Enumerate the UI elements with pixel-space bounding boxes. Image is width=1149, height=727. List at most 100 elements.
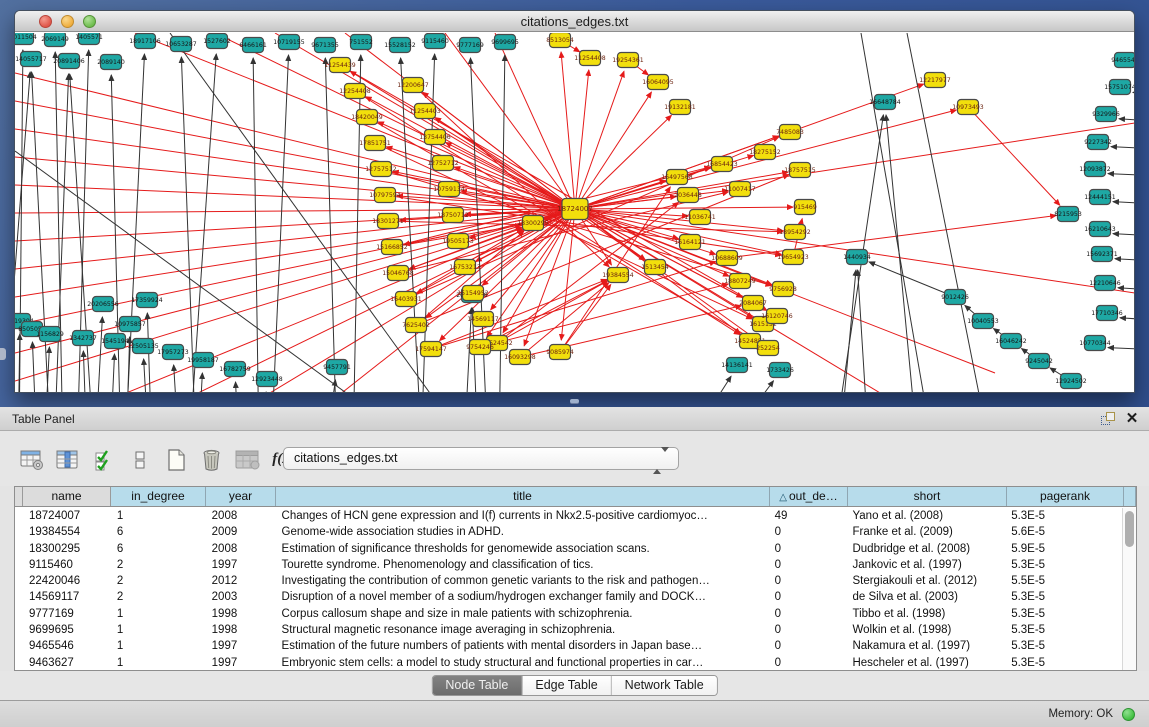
network-node[interactable]: 9227342	[1084, 135, 1112, 150]
network-node[interactable]: 2011504	[15, 33, 37, 45]
network-node[interactable]: 9671355	[311, 38, 339, 53]
network-node[interactable]: 19132181	[664, 100, 696, 115]
network-node[interactable]: 9465546	[1111, 53, 1135, 68]
network-node[interactable]: 9699695	[491, 35, 519, 50]
float-panel-icon[interactable]	[1101, 411, 1117, 427]
network-node[interactable]: 2036448	[674, 188, 702, 203]
network-node[interactable]: 2089140	[97, 55, 125, 70]
network-node[interactable]: 12444151	[1084, 190, 1116, 205]
network-node[interactable]: 18757515	[784, 163, 816, 178]
network-node[interactable]: 2069149	[41, 33, 69, 47]
network-node[interactable]: 16064095	[642, 75, 674, 90]
network-node[interactable]: 9245042	[1025, 354, 1053, 369]
network-node[interactable]: 14055717	[15, 52, 47, 67]
network-node[interactable]: 252254	[756, 341, 780, 356]
show-columns-icon[interactable]	[54, 446, 81, 473]
network-node[interactable]: 12217977	[919, 73, 951, 88]
network-node[interactable]: 20891406	[53, 54, 85, 69]
network-node[interactable]: 17710346	[1091, 306, 1123, 321]
network-node[interactable]: 10975857	[114, 317, 146, 332]
tab-network-table[interactable]: Network Table	[612, 676, 717, 695]
network-node[interactable]: 7625402	[402, 318, 430, 333]
network-node[interactable]: 1342737	[69, 331, 97, 346]
select-columns-icon[interactable]	[90, 446, 117, 473]
table-row[interactable]: 911546021997Tourette syndrome. Phenomeno…	[15, 557, 1122, 573]
network-node[interactable]: 18301271	[372, 214, 404, 229]
network-node[interactable]: 1733426	[766, 363, 794, 378]
network-node[interactable]: 12210646	[1089, 276, 1121, 291]
network-node[interactable]: 15692371	[1086, 247, 1118, 262]
network-node[interactable]: 18954292	[779, 225, 811, 240]
scrollbar-thumb[interactable]	[1125, 511, 1134, 547]
network-node[interactable]: 16854423	[706, 157, 738, 172]
close-panel-icon[interactable]: ✕	[1123, 409, 1141, 429]
network-node[interactable]: 12093872	[1079, 162, 1111, 177]
network-node[interactable]: 1545194	[101, 334, 129, 349]
table-row[interactable]: 969969511998Structural magnetic resonanc…	[15, 622, 1122, 638]
network-node[interactable]: 19254361	[612, 53, 644, 68]
network-node[interactable]: 1527602	[203, 34, 231, 49]
network-node[interactable]: 2084067	[739, 296, 767, 311]
network-node[interactable]: 9777169	[456, 38, 484, 53]
network-node[interactable]: 15046768	[382, 266, 414, 281]
network-node[interactable]: 9457791	[323, 360, 351, 375]
network-canvas[interactable]: 2011504 2069149 1405571 14055717 20891406 208…	[15, 33, 1135, 393]
network-node[interactable]: 7485083	[776, 125, 804, 140]
network-node[interactable]: 12757512	[365, 162, 397, 177]
network-node[interactable]: 16046242	[995, 334, 1027, 349]
column-header-pagerank[interactable]: pagerank	[1007, 487, 1124, 506]
network-node[interactable]: 11254408	[574, 51, 606, 66]
network-node[interactable]: 15528152	[384, 38, 416, 53]
delete-table-icon[interactable]	[234, 446, 261, 473]
table-vertical-scrollbar[interactable]	[1122, 508, 1136, 670]
network-node[interactable]: 18724007	[557, 199, 593, 220]
table-row[interactable]: 2242004622012Investigating the contribut…	[15, 573, 1122, 589]
column-header-in_degree[interactable]: in_degree	[111, 487, 206, 506]
left-splitter-handle[interactable]	[0, 348, 6, 360]
table-row[interactable]: 1830029562008Estimation of significance …	[15, 541, 1122, 557]
table-row[interactable]: 1456911722003Disruption of a novel membe…	[15, 589, 1122, 605]
column-header-year[interactable]: year	[206, 487, 276, 506]
network-node[interactable]: 1440934	[843, 250, 871, 265]
table-mode-icon[interactable]	[18, 446, 45, 473]
table-row[interactable]: 946554611997Estimation of the future num…	[15, 638, 1122, 654]
network-node[interactable]: 10653287	[165, 37, 197, 52]
network-node[interactable]: 10040553	[967, 314, 999, 329]
network-node[interactable]: 1405571	[75, 33, 103, 45]
network-node[interactable]: 19654923	[777, 250, 809, 265]
network-node[interactable]: 17957273	[157, 345, 189, 360]
network-node[interactable]: 1513454	[641, 260, 669, 275]
network-node[interactable]: 17359924	[131, 293, 163, 308]
network-node[interactable]: 9754246	[466, 340, 494, 355]
network-node[interactable]: 12924502	[1055, 374, 1087, 389]
network-node[interactable]: 11254439	[324, 58, 356, 73]
column-header-short[interactable]: short	[848, 487, 1007, 506]
column-header-out_de[interactable]: △out_de…	[770, 487, 848, 506]
network-node[interactable]: 16497568	[661, 170, 693, 185]
network-node[interactable]: 16210643	[1084, 222, 1116, 237]
network-node[interactable]: 9085974	[546, 345, 574, 360]
network-node[interactable]: 9115460	[421, 34, 449, 49]
network-node[interactable]: 9756928	[769, 282, 797, 297]
network-node[interactable]: 751552	[349, 35, 373, 50]
network-node[interactable]: 15751074	[1104, 80, 1135, 95]
network-node[interactable]: 6466161	[239, 38, 267, 53]
network-node[interactable]: 8513054	[546, 33, 574, 48]
network-node[interactable]: 8215953	[1054, 207, 1082, 222]
network-node[interactable]: 16782759	[219, 362, 251, 377]
network-node[interactable]: 1156829	[36, 327, 64, 342]
network-node[interactable]: 10759134	[433, 182, 465, 197]
network-node[interactable]: 11036741	[684, 210, 716, 225]
table-row[interactable]: 977716911998Corpus callosum shape and si…	[15, 606, 1122, 622]
network-node[interactable]: 9329966	[1092, 107, 1120, 122]
network-node[interactable]: 12505135	[127, 339, 159, 354]
network-node[interactable]: 16093298	[504, 350, 536, 365]
network-node[interactable]: 915469	[793, 200, 817, 215]
table-row[interactable]: 1938455462009Genome-wide association stu…	[15, 524, 1122, 540]
tab-node-table[interactable]: Node Table	[432, 676, 522, 695]
network-node[interactable]: 9012426	[941, 290, 969, 305]
network-node[interactable]: 14136141	[721, 358, 753, 373]
tab-edge-table[interactable]: Edge Table	[522, 676, 611, 695]
network-node[interactable]: 18917106	[129, 34, 161, 49]
row-height-icon[interactable]	[126, 446, 153, 473]
